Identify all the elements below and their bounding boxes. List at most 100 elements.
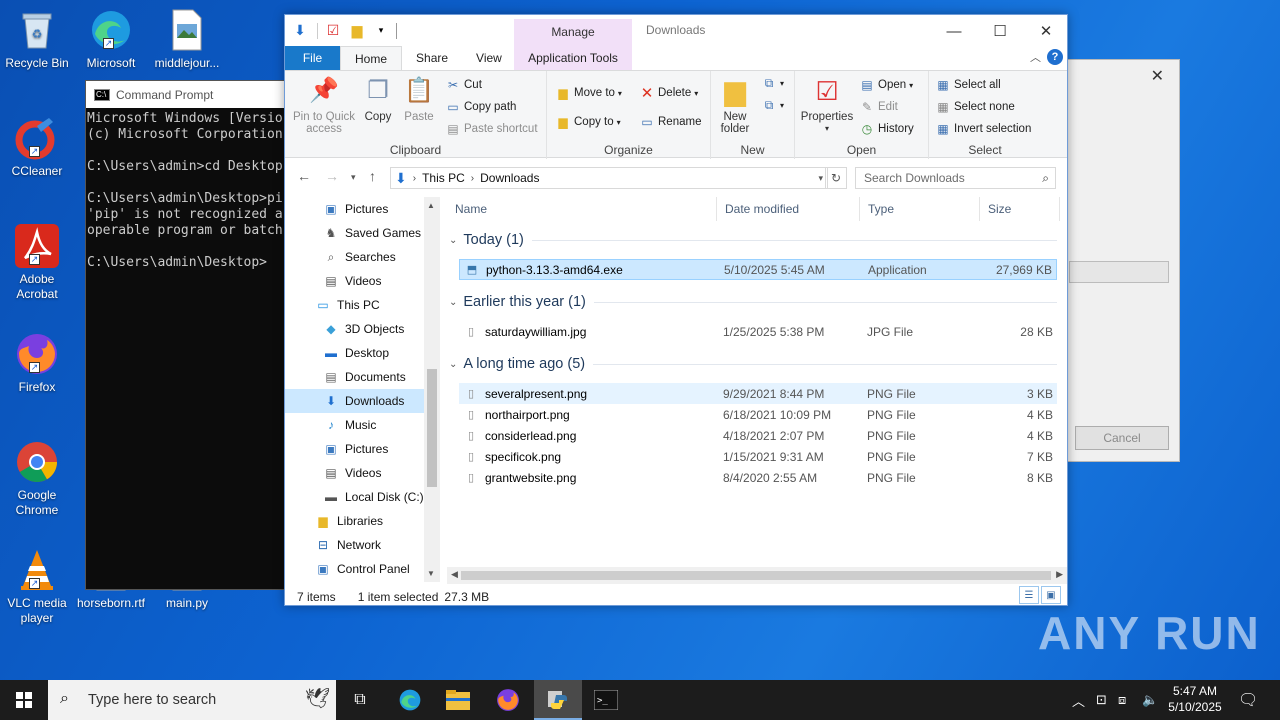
- notifications-icon[interactable]: 🗨: [1238, 680, 1258, 720]
- paste-button[interactable]: 📋 Paste: [401, 75, 437, 124]
- file-list[interactable]: Name Date modified Type Size ⌄ Today (1) ⬒…: [447, 197, 1067, 582]
- volume-icon[interactable]: 🔈: [1142, 680, 1158, 720]
- paste-shortcut-button[interactable]: ▤ Paste shortcut: [445, 121, 537, 137]
- tab-home[interactable]: Home: [340, 46, 403, 70]
- file-row[interactable]: ⬒ python-3.13.3-amd64.exe 5/10/2025 5:45 A…: [459, 259, 1057, 280]
- desktop-icon-edge[interactable]: ↗ Microsoft Edge: [74, 8, 148, 71]
- properties-check-icon[interactable]: ☑: [324, 22, 342, 40]
- file-row[interactable]: ▯ considerlead.png 4/18/2021 2:07 PM PNG Fi…: [459, 425, 1057, 446]
- group-header[interactable]: ⌄ Earlier this year (1): [449, 291, 1057, 313]
- column-header-name[interactable]: Name: [447, 197, 717, 221]
- horizontal-scrollbar[interactable]: ◀ ▶: [447, 567, 1067, 584]
- chevron-down-icon[interactable]: ⌄: [449, 359, 457, 370]
- invert-selection-button[interactable]: ▦ Invert selection: [935, 121, 1031, 137]
- scroll-right-icon[interactable]: ▶: [1056, 569, 1063, 580]
- column-header-size[interactable]: Size: [980, 197, 1060, 221]
- chevron-down-icon[interactable]: ⌄: [449, 297, 457, 308]
- search-input[interactable]: Search Downloads ⌕: [855, 167, 1056, 189]
- show-hidden-icons-chevron[interactable]: ︿: [1072, 680, 1085, 720]
- nav-item-network[interactable]: ⊟ Network: [285, 533, 424, 557]
- command-prompt-window[interactable]: C:\ Command Prompt Microsoft Windows [Ve…: [85, 80, 290, 590]
- nav-item-pictures[interactable]: ▣ Pictures: [285, 197, 424, 221]
- select-none-button[interactable]: ▦ Select none: [935, 99, 1014, 115]
- scrollbar-thumb[interactable]: [461, 571, 1051, 580]
- nav-item-local-disk-c[interactable]: ▬ Local Disk (C:): [285, 485, 424, 509]
- collapse-ribbon-icon[interactable]: ︿: [1030, 49, 1041, 65]
- tab-application-tools[interactable]: Application Tools: [514, 46, 632, 70]
- refresh-icon[interactable]: ↻: [825, 167, 847, 189]
- back-arrow-icon[interactable]: ←: [297, 168, 311, 184]
- edit-button[interactable]: ✎ Edit: [859, 99, 898, 115]
- large-icons-view-icon[interactable]: ▣: [1041, 586, 1061, 604]
- file-row[interactable]: ▯ northairport.png 6/18/2021 10:09 PM PNG F…: [459, 404, 1057, 425]
- nav-item-searches[interactable]: ⌕ Searches: [285, 245, 424, 269]
- taskbar-search-input[interactable]: ⌕ Type here to search 🕊: [48, 680, 336, 720]
- close-icon[interactable]: ✕: [1151, 66, 1164, 86]
- taskbar-edge-icon[interactable]: [386, 680, 434, 720]
- select-all-button[interactable]: ▦ Select all: [935, 77, 1000, 93]
- new-item-button[interactable]: ⧉ ▾: [761, 75, 784, 91]
- scroll-left-icon[interactable]: ◀: [451, 569, 458, 580]
- minimize-button[interactable]: —: [931, 17, 977, 45]
- scrollbar-thumb[interactable]: [427, 369, 437, 487]
- help-icon[interactable]: ?: [1047, 49, 1063, 65]
- delete-button[interactable]: ✕ Delete ▾: [639, 85, 699, 102]
- breadcrumb-this-pc[interactable]: This PC: [422, 171, 465, 185]
- navigation-pane-scrollbar[interactable]: ▲ ▼: [424, 197, 440, 582]
- taskbar-file-explorer-icon[interactable]: [434, 680, 482, 720]
- open-button[interactable]: ▤ Open ▾: [859, 77, 913, 93]
- nav-item-videos[interactable]: ▤ Videos: [285, 269, 424, 293]
- details-view-icon[interactable]: ☰: [1019, 586, 1039, 604]
- desktop-icon-vlc[interactable]: ↗ VLC media player: [0, 548, 74, 626]
- chevron-down-icon[interactable]: ⌄: [449, 235, 457, 246]
- new-folder-button[interactable]: ▆ New folder: [715, 75, 755, 136]
- cut-button[interactable]: ✂ Cut: [445, 77, 482, 93]
- recent-locations-chevron-icon[interactable]: ▾: [351, 172, 356, 183]
- cancel-button[interactable]: Cancel: [1075, 426, 1169, 450]
- group-header[interactable]: ⌄ A long time ago (5): [449, 353, 1057, 375]
- column-header-type[interactable]: Type: [860, 197, 980, 221]
- nav-item-desktop[interactable]: ▬ Desktop: [285, 341, 424, 365]
- cmd-output[interactable]: Microsoft Windows [Versio (c) Microsoft …: [86, 108, 289, 274]
- nav-item-control-panel[interactable]: ▣ Control Panel: [285, 557, 424, 581]
- tab-view[interactable]: View: [462, 46, 516, 70]
- address-bar[interactable]: ⬇ › This PC › Downloads ▾: [390, 167, 828, 189]
- maximize-button[interactable]: ☐: [977, 17, 1023, 45]
- taskbar-command-prompt-icon[interactable]: >_: [582, 680, 630, 720]
- easy-access-button[interactable]: ⧉ ▾: [761, 97, 784, 113]
- scroll-down-icon[interactable]: ▼: [427, 569, 435, 578]
- close-button[interactable]: ✕: [1023, 17, 1069, 45]
- file-row[interactable]: ▯ specificok.png 1/15/2021 9:31 AM PNG File…: [459, 446, 1057, 467]
- nav-item-saved-games[interactable]: ♞ Saved Games: [285, 221, 424, 245]
- desktop-icon-chrome[interactable]: Google Chrome: [0, 440, 74, 518]
- properties-button[interactable]: ☑ Properties ▾: [799, 75, 855, 135]
- taskbar-python-installer-icon[interactable]: [534, 680, 582, 720]
- file-row[interactable]: ▯ saturdaywilliam.jpg 1/25/2025 5:38 PM JPG…: [459, 321, 1057, 342]
- file-explorer-window[interactable]: ⬇ ☑ ▆ ▾ Manage Downloads — ☐ ✕ File Home…: [284, 14, 1068, 606]
- column-header-date-modified[interactable]: Date modified: [717, 197, 860, 221]
- move-to-button[interactable]: ▆ Move to ▾: [555, 85, 622, 101]
- nav-item-videos[interactable]: ▤ Videos: [285, 461, 424, 485]
- history-button[interactable]: ◷ History: [859, 121, 914, 137]
- background-dialog[interactable]: ✕ Cancel: [1060, 59, 1180, 462]
- nav-item-downloads[interactable]: ⬇ Downloads: [285, 389, 424, 413]
- scroll-up-icon[interactable]: ▲: [427, 201, 435, 210]
- ethernet-icon[interactable]: ⧈: [1118, 680, 1126, 720]
- start-button[interactable]: [0, 680, 48, 720]
- desktop-icon-middlejour[interactable]: middlejour...: [150, 8, 224, 71]
- nav-item-3d-objects[interactable]: ◆ 3D Objects: [285, 317, 424, 341]
- pin-quick-access-button[interactable]: 📌 Pin to Quick access: [291, 75, 357, 136]
- file-row[interactable]: ▯ grantwebsite.png 8/4/2020 2:55 AM PNG Fil…: [459, 467, 1057, 488]
- cmd-titlebar[interactable]: C:\ Command Prompt: [86, 81, 289, 108]
- group-header[interactable]: ⌄ Today (1): [449, 229, 1057, 251]
- new-folder-icon[interactable]: ▆: [348, 22, 366, 40]
- manage-contextual-tab[interactable]: Manage: [514, 19, 632, 46]
- file-row[interactable]: ▯ severalpresent.png 9/29/2021 8:44 PM PNG …: [459, 383, 1057, 404]
- forward-arrow-icon[interactable]: →: [325, 168, 339, 184]
- desktop-icon-acrobat[interactable]: ↗ Adobe Acrobat: [0, 224, 74, 302]
- desktop-icon-ccleaner[interactable]: ↗ CCleaner: [0, 116, 74, 179]
- nav-item-this-pc[interactable]: ▭ This PC: [285, 293, 424, 317]
- network-status-icon[interactable]: ⊡: [1096, 680, 1107, 720]
- tab-file[interactable]: File: [285, 46, 340, 70]
- up-arrow-icon[interactable]: ↑: [369, 168, 376, 184]
